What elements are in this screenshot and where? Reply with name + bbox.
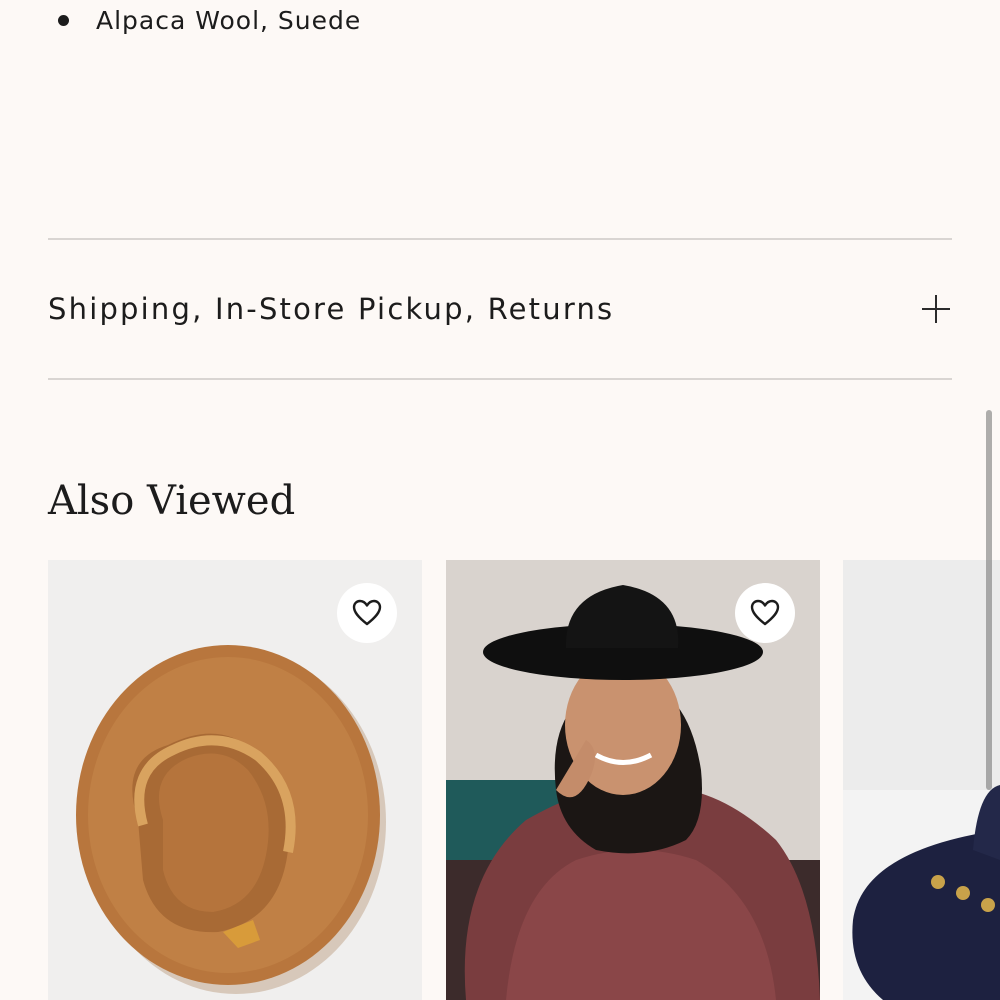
divider — [48, 378, 952, 380]
page-scrollbar[interactable] — [986, 410, 992, 790]
heart-icon — [352, 599, 382, 626]
product-card[interactable] — [843, 560, 1000, 1000]
favorite-button[interactable] — [337, 583, 397, 643]
materials-list: Alpaca Wool, Suede — [58, 6, 361, 35]
product-card[interactable] — [48, 560, 422, 1000]
shipping-accordion-label: Shipping, In-Store Pickup, Returns — [48, 292, 615, 326]
shipping-accordion-toggle[interactable]: Shipping, In-Store Pickup, Returns — [48, 240, 952, 378]
material-text: Alpaca Wool, Suede — [96, 6, 362, 35]
materials-list-item: Alpaca Wool, Suede — [58, 6, 361, 35]
product-page: Alpaca Wool, Suede Shipping, In-Store Pi… — [0, 0, 1000, 1000]
plus-icon[interactable] — [922, 295, 950, 323]
product-card[interactable] — [446, 560, 820, 1000]
favorite-button[interactable] — [735, 583, 795, 643]
navy-hat-image[interactable] — [843, 560, 1000, 1000]
heart-icon — [750, 599, 780, 626]
also-viewed-title: Also Viewed — [48, 478, 296, 524]
bullet-icon — [58, 15, 69, 26]
